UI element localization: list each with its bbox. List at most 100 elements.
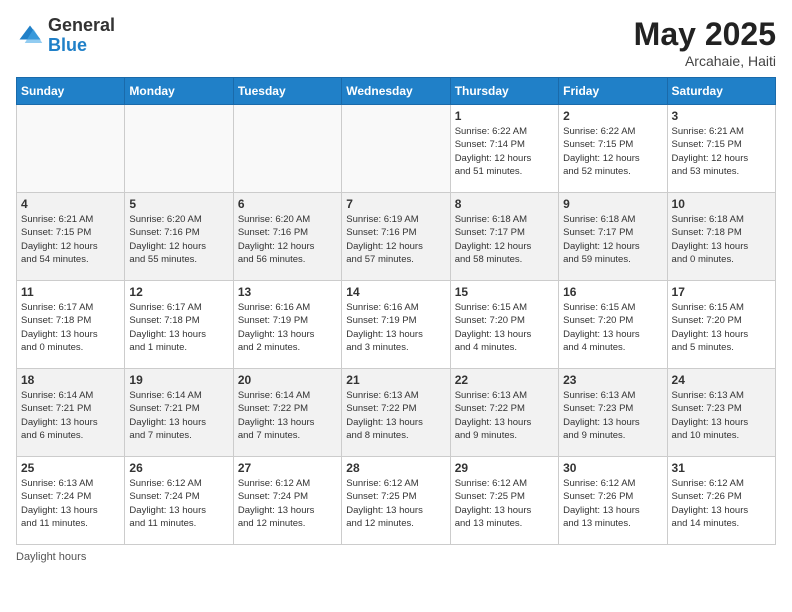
day-number: 9 xyxy=(563,197,662,211)
day-number: 29 xyxy=(455,461,554,475)
day-info: Sunrise: 6:20 AM Sunset: 7:16 PM Dayligh… xyxy=(238,213,337,266)
week-row-3: 11 Sunrise: 6:17 AM Sunset: 7:18 PM Dayli… xyxy=(17,281,776,369)
day-number: 11 xyxy=(21,285,120,299)
day-info: Sunrise: 6:22 AM Sunset: 7:14 PM Dayligh… xyxy=(455,125,554,178)
day-info: Sunrise: 6:22 AM Sunset: 7:15 PM Dayligh… xyxy=(563,125,662,178)
day-number: 20 xyxy=(238,373,337,387)
day-info: Sunrise: 6:12 AM Sunset: 7:24 PM Dayligh… xyxy=(129,477,228,530)
logo: General Blue xyxy=(16,16,115,56)
calendar-cell: 23 Sunrise: 6:13 AM Sunset: 7:23 PM Dayli… xyxy=(559,369,667,457)
weekday-header-wednesday: Wednesday xyxy=(342,78,450,105)
logo-icon xyxy=(16,22,44,50)
weekday-header-tuesday: Tuesday xyxy=(233,78,341,105)
calendar-cell: 8Sunrise: 6:18 AM Sunset: 7:17 PM Daylig… xyxy=(450,193,558,281)
day-number: 15 xyxy=(455,285,554,299)
calendar-cell: 11 Sunrise: 6:17 AM Sunset: 7:18 PM Dayli… xyxy=(17,281,125,369)
calendar-cell: 4 Sunrise: 6:21 AM Sunset: 7:15 PM Daylig… xyxy=(17,193,125,281)
calendar-cell: 14 Sunrise: 6:16 AM Sunset: 7:19 PM Dayli… xyxy=(342,281,450,369)
logo-blue: Blue xyxy=(48,36,115,56)
day-info: Sunrise: 6:13 AM Sunset: 7:22 PM Dayligh… xyxy=(455,389,554,442)
calendar-cell: 10Sunrise: 6:18 AM Sunset: 7:18 PM Dayli… xyxy=(667,193,775,281)
day-number: 26 xyxy=(129,461,228,475)
calendar-cell: 16Sunrise: 6:15 AM Sunset: 7:20 PM Dayli… xyxy=(559,281,667,369)
calendar-cell: 30 Sunrise: 6:12 AM Sunset: 7:26 PM Dayli… xyxy=(559,457,667,545)
day-info: Sunrise: 6:12 AM Sunset: 7:26 PM Dayligh… xyxy=(563,477,662,530)
calendar-cell xyxy=(233,105,341,193)
day-number: 23 xyxy=(563,373,662,387)
calendar-cell: 26 Sunrise: 6:12 AM Sunset: 7:24 PM Dayli… xyxy=(125,457,233,545)
day-info: Sunrise: 6:14 AM Sunset: 7:21 PM Dayligh… xyxy=(129,389,228,442)
calendar-cell: 27 Sunrise: 6:12 AM Sunset: 7:24 PM Dayli… xyxy=(233,457,341,545)
day-info: Sunrise: 6:14 AM Sunset: 7:22 PM Dayligh… xyxy=(238,389,337,442)
page-header: General Blue May 2025 Arcahaie, Haiti xyxy=(16,16,776,69)
weekday-header-row: SundayMondayTuesdayWednesdayThursdayFrid… xyxy=(17,78,776,105)
weekday-header-monday: Monday xyxy=(125,78,233,105)
daylight-hours-label: Daylight hours xyxy=(16,551,86,563)
day-info: Sunrise: 6:12 AM Sunset: 7:24 PM Dayligh… xyxy=(238,477,337,530)
day-info: Sunrise: 6:12 AM Sunset: 7:25 PM Dayligh… xyxy=(455,477,554,530)
weekday-header-sunday: Sunday xyxy=(17,78,125,105)
day-info: Sunrise: 6:20 AM Sunset: 7:16 PM Dayligh… xyxy=(129,213,228,266)
day-info: Sunrise: 6:13 AM Sunset: 7:22 PM Dayligh… xyxy=(346,389,445,442)
calendar-cell: 18Sunrise: 6:14 AM Sunset: 7:21 PM Dayli… xyxy=(17,369,125,457)
week-row-5: 25 Sunrise: 6:13 AM Sunset: 7:24 PM Dayli… xyxy=(17,457,776,545)
day-info: Sunrise: 6:13 AM Sunset: 7:23 PM Dayligh… xyxy=(672,389,771,442)
weekday-header-thursday: Thursday xyxy=(450,78,558,105)
day-number: 1 xyxy=(455,109,554,123)
day-info: Sunrise: 6:16 AM Sunset: 7:19 PM Dayligh… xyxy=(238,301,337,354)
day-number: 13 xyxy=(238,285,337,299)
day-info: Sunrise: 6:13 AM Sunset: 7:23 PM Dayligh… xyxy=(563,389,662,442)
day-number: 21 xyxy=(346,373,445,387)
weekday-header-saturday: Saturday xyxy=(667,78,775,105)
calendar-cell: 31 Sunrise: 6:12 AM Sunset: 7:26 PM Dayli… xyxy=(667,457,775,545)
day-number: 7 xyxy=(346,197,445,211)
day-number: 30 xyxy=(563,461,662,475)
day-info: Sunrise: 6:21 AM Sunset: 7:15 PM Dayligh… xyxy=(672,125,771,178)
day-info: Sunrise: 6:19 AM Sunset: 7:16 PM Dayligh… xyxy=(346,213,445,266)
calendar-cell: 6Sunrise: 6:20 AM Sunset: 7:16 PM Daylig… xyxy=(233,193,341,281)
calendar-cell: 25 Sunrise: 6:13 AM Sunset: 7:24 PM Dayli… xyxy=(17,457,125,545)
calendar: SundayMondayTuesdayWednesdayThursdayFrid… xyxy=(16,77,776,545)
day-number: 19 xyxy=(129,373,228,387)
logo-general: General xyxy=(48,16,115,36)
day-info: Sunrise: 6:18 AM Sunset: 7:17 PM Dayligh… xyxy=(563,213,662,266)
day-info: Sunrise: 6:21 AM Sunset: 7:15 PM Dayligh… xyxy=(21,213,120,266)
calendar-cell: 7 Sunrise: 6:19 AM Sunset: 7:16 PM Daylig… xyxy=(342,193,450,281)
day-info: Sunrise: 6:18 AM Sunset: 7:18 PM Dayligh… xyxy=(672,213,771,266)
calendar-cell: 9 Sunrise: 6:18 AM Sunset: 7:17 PM Daylig… xyxy=(559,193,667,281)
calendar-cell: 17 Sunrise: 6:15 AM Sunset: 7:20 PM Dayli… xyxy=(667,281,775,369)
day-number: 28 xyxy=(346,461,445,475)
day-number: 3 xyxy=(672,109,771,123)
day-number: 14 xyxy=(346,285,445,299)
calendar-cell: 3 Sunrise: 6:21 AM Sunset: 7:15 PM Daylig… xyxy=(667,105,775,193)
day-number: 2 xyxy=(563,109,662,123)
calendar-cell: 12Sunrise: 6:17 AM Sunset: 7:18 PM Dayli… xyxy=(125,281,233,369)
day-number: 27 xyxy=(238,461,337,475)
day-info: Sunrise: 6:14 AM Sunset: 7:21 PM Dayligh… xyxy=(21,389,120,442)
calendar-cell: 29 Sunrise: 6:12 AM Sunset: 7:25 PM Dayli… xyxy=(450,457,558,545)
week-row-2: 4 Sunrise: 6:21 AM Sunset: 7:15 PM Daylig… xyxy=(17,193,776,281)
day-number: 5 xyxy=(129,197,228,211)
calendar-cell: 24Sunrise: 6:13 AM Sunset: 7:23 PM Dayli… xyxy=(667,369,775,457)
day-number: 8 xyxy=(455,197,554,211)
day-info: Sunrise: 6:16 AM Sunset: 7:19 PM Dayligh… xyxy=(346,301,445,354)
logo-text: General Blue xyxy=(48,16,115,56)
calendar-cell: 15Sunrise: 6:15 AM Sunset: 7:20 PM Dayli… xyxy=(450,281,558,369)
calendar-cell: 19 Sunrise: 6:14 AM Sunset: 7:21 PM Dayli… xyxy=(125,369,233,457)
day-number: 4 xyxy=(21,197,120,211)
week-row-1: 1 Sunrise: 6:22 AM Sunset: 7:14 PM Daylig… xyxy=(17,105,776,193)
day-number: 22 xyxy=(455,373,554,387)
calendar-cell: 20 Sunrise: 6:14 AM Sunset: 7:22 PM Dayli… xyxy=(233,369,341,457)
day-number: 25 xyxy=(21,461,120,475)
day-info: Sunrise: 6:15 AM Sunset: 7:20 PM Dayligh… xyxy=(672,301,771,354)
day-number: 17 xyxy=(672,285,771,299)
day-number: 16 xyxy=(563,285,662,299)
day-info: Sunrise: 6:13 AM Sunset: 7:24 PM Dayligh… xyxy=(21,477,120,530)
day-info: Sunrise: 6:17 AM Sunset: 7:18 PM Dayligh… xyxy=(21,301,120,354)
month-year: May 2025 xyxy=(634,16,776,53)
calendar-cell: 22 Sunrise: 6:13 AM Sunset: 7:22 PM Dayli… xyxy=(450,369,558,457)
day-number: 12 xyxy=(129,285,228,299)
calendar-cell xyxy=(342,105,450,193)
day-number: 31 xyxy=(672,461,771,475)
day-info: Sunrise: 6:12 AM Sunset: 7:26 PM Dayligh… xyxy=(672,477,771,530)
